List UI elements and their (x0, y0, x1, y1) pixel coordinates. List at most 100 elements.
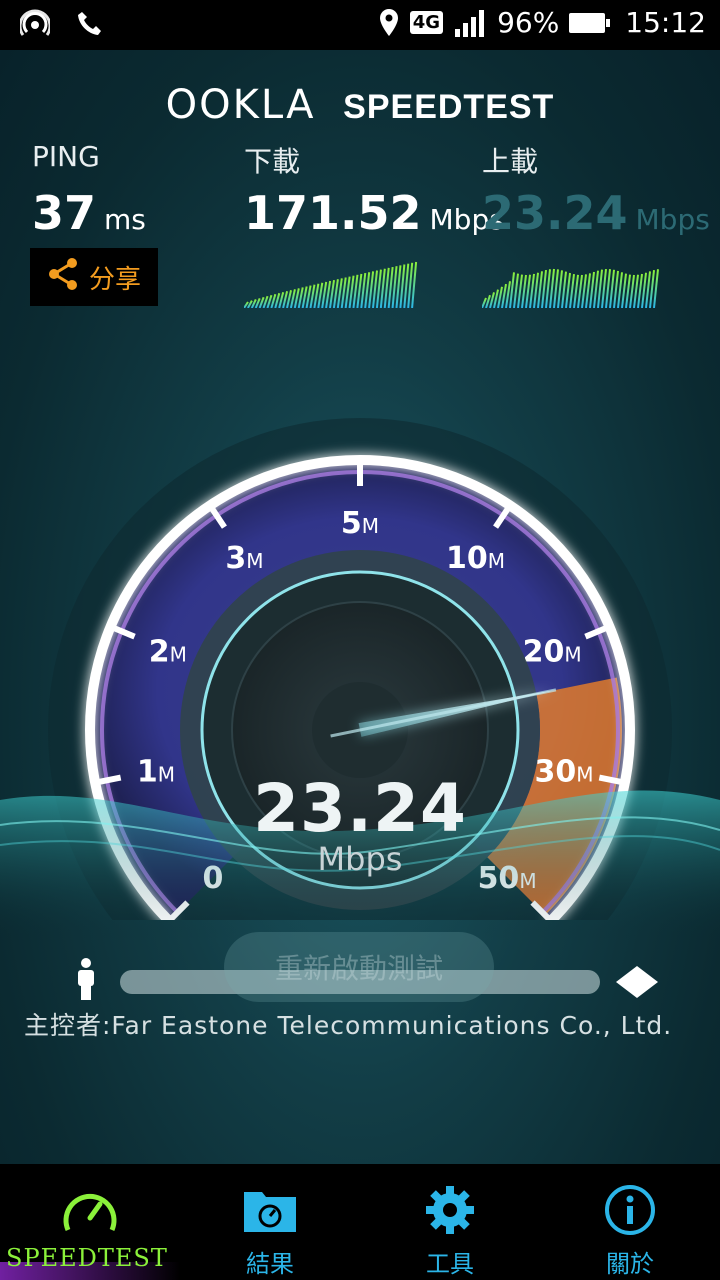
graph-bar (621, 273, 627, 308)
ping-value: 37 (32, 186, 97, 240)
nav-speedtest[interactable]: SPEEDTEST (0, 1164, 180, 1280)
app-logo: OOKLA SPEEDTEST (0, 82, 720, 128)
graph-bar (541, 269, 547, 308)
graph-bar (482, 297, 487, 308)
graph-bar (569, 274, 575, 308)
graph-bar (372, 270, 378, 308)
graph-bar (581, 274, 587, 308)
graph-bar (589, 271, 595, 308)
graph-bar (493, 289, 499, 308)
graph-bar (368, 271, 375, 308)
speedometer-icon (62, 1184, 118, 1236)
graph-bar (387, 266, 394, 308)
graph-bar (549, 268, 555, 308)
graph-bar (565, 272, 571, 308)
ping-label: PING (32, 140, 100, 173)
graph-bar (573, 274, 579, 308)
graph-bar (605, 269, 611, 308)
graph-bar (521, 274, 527, 308)
network-type-badge: 4G (409, 11, 444, 34)
graph-bar (403, 263, 410, 308)
graph-bar (561, 271, 567, 308)
graph-bar (399, 264, 406, 308)
graph-bar (609, 269, 615, 308)
graph-bar (557, 270, 563, 308)
graph-bar (352, 274, 359, 308)
graph-bar (613, 270, 619, 308)
graph-bar (617, 272, 623, 308)
upload-value: 23.24 (482, 186, 628, 240)
graph-bar (513, 273, 519, 308)
graph-bar (585, 273, 591, 308)
person-icon (74, 958, 98, 1004)
graph-bar (364, 272, 371, 308)
gear-icon (424, 1184, 476, 1236)
graph-bar (597, 269, 603, 308)
graph-bar (553, 269, 559, 308)
graph-bar (383, 267, 390, 308)
share-icon (47, 257, 79, 298)
graph-bar (360, 272, 367, 308)
graph-bar (391, 266, 398, 308)
bottom-nav: SPEEDTEST 結果 工具 關於 (0, 1164, 720, 1280)
graph-bar (545, 269, 551, 308)
nav-results[interactable]: 結果 (180, 1164, 360, 1280)
nav-about-label: 關於 (606, 1250, 654, 1278)
current-speed-value: 23.24 (253, 770, 467, 847)
speedtest-screen: OOKLA SPEEDTEST PING 37 ms 下載 171.52 Mbps … (0, 50, 720, 1164)
upload-value-group: 23.24 Mbps (482, 186, 710, 240)
clock: 15:12 (625, 6, 706, 39)
nav-results-label: 結果 (246, 1250, 294, 1278)
product-name: SPEEDTEST (343, 88, 555, 126)
graph-bar (356, 273, 363, 308)
folder-gauge-icon (242, 1184, 298, 1236)
ping-value-group: 37 ms (32, 186, 146, 240)
graph-bar (517, 274, 523, 308)
location-icon (378, 8, 400, 38)
graph-bar (593, 270, 599, 308)
hotspot-icon (20, 8, 50, 38)
graph-bar (395, 265, 402, 308)
graph-bar (633, 274, 639, 308)
ping-unit: ms (104, 203, 146, 236)
nav-speedtest-label: SPEEDTEST (6, 1244, 168, 1272)
share-button[interactable]: 分享 (30, 248, 158, 306)
graph-bar (407, 262, 414, 308)
download-graph (244, 261, 418, 308)
graph-bar (645, 271, 651, 308)
graph-bar (509, 272, 515, 308)
download-label: 下載 (244, 145, 301, 178)
download-value-group: 171.52 Mbps (244, 186, 504, 240)
graph-bar (641, 272, 647, 308)
signal-icon (453, 9, 487, 37)
upload-unit: Mbps (635, 203, 710, 236)
restart-test-button[interactable]: 重新啟動測試 (224, 932, 494, 1002)
phone-call-icon (76, 9, 104, 37)
battery-percent: 96% (497, 6, 560, 39)
graph-bar (601, 268, 607, 308)
graph-bar (344, 276, 351, 308)
brand-name: OOKLA (165, 82, 316, 128)
battery-icon (569, 12, 611, 33)
graph-bar (629, 274, 635, 308)
graph-bar (485, 294, 491, 308)
graph-bar (379, 268, 386, 308)
host-provider: 主控者:Far Eastone Telecommunications Co., … (24, 1011, 673, 1040)
graph-bar (348, 275, 355, 308)
graph-bar (411, 261, 418, 308)
server-icon (616, 966, 658, 1002)
nav-tools-label: 工具 (426, 1250, 474, 1278)
graph-bar (625, 274, 631, 308)
status-bar: 4G 96% 15:12 (0, 0, 720, 50)
nav-tools[interactable]: 工具 (360, 1164, 540, 1280)
current-speed-unit: Mbps (317, 840, 403, 878)
nav-about[interactable]: 關於 (540, 1164, 720, 1280)
graph-bar (577, 274, 583, 308)
graph-bar (525, 274, 531, 308)
graph-bar (375, 269, 382, 308)
graph-bar (533, 272, 539, 308)
graph-bar (537, 271, 543, 308)
upload-graph (482, 268, 659, 308)
graph-bar (637, 273, 643, 308)
info-icon (604, 1184, 656, 1236)
